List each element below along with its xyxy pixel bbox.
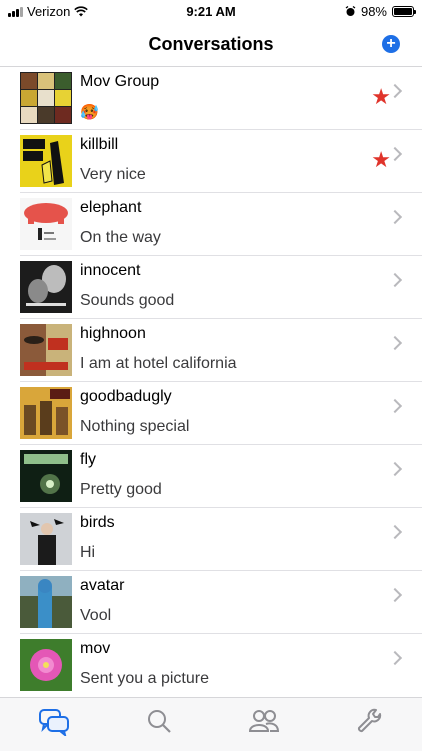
search-icon — [148, 710, 171, 733]
conversation-avatar — [20, 639, 72, 691]
conversation-avatar — [20, 198, 72, 250]
conversation-row-innocent[interactable]: innocent Sounds good — [20, 256, 422, 319]
conversation-preview: Vool — [80, 607, 112, 624]
wrench-icon — [357, 708, 382, 733]
add-conversation-button[interactable]: + — [382, 35, 400, 53]
conversation-row-killbill[interactable]: killbill Very nice ★ — [20, 130, 422, 193]
tab-conversations[interactable] — [38, 708, 69, 738]
conversation-name: highnoon — [80, 325, 146, 342]
conversation-name: elephant — [80, 199, 142, 216]
conversation-name: Mov Group — [80, 73, 160, 90]
conversation-list: Mov Group 🥵 ★ killbill Very nice ★ eleph… — [0, 67, 422, 696]
chevron-right-icon — [387, 524, 403, 540]
chat-bubbles-icon — [39, 709, 69, 738]
conversation-row-fly[interactable]: fly Pretty good — [20, 445, 422, 508]
conversation-row-avatar[interactable]: avatar Vool — [20, 571, 422, 634]
conversation-preview: Hi — [80, 544, 96, 561]
conversation-name: avatar — [80, 577, 125, 594]
battery-percent: 98% — [360, 4, 387, 19]
conversation-name: goodbadugly — [80, 388, 172, 405]
conversation-preview: On the way — [80, 229, 161, 246]
chevron-right-icon — [387, 650, 403, 666]
chevron-right-icon — [387, 272, 403, 288]
conversation-preview: Pretty good — [80, 481, 162, 498]
conversation-preview: I am at hotel california — [80, 355, 237, 372]
conversation-row-elephant[interactable]: elephant On the way — [20, 193, 422, 256]
battery-icon — [392, 6, 416, 17]
conversation-avatar — [20, 261, 72, 313]
conversation-name: killbill — [80, 136, 119, 153]
conversation-row-birds[interactable]: birds Hi — [20, 508, 422, 571]
tab-search[interactable] — [146, 708, 176, 738]
chevron-right-icon — [387, 398, 403, 414]
conversation-preview: Sounds good — [80, 292, 175, 309]
chevron-right-icon — [387, 209, 403, 225]
page-title: Conversations — [148, 34, 274, 54]
conversation-avatar — [20, 324, 72, 376]
group-avatar — [20, 72, 72, 124]
conversation-avatar — [20, 387, 72, 439]
conversation-avatar — [20, 576, 72, 628]
contacts-icon — [248, 710, 280, 732]
conversation-preview: Very nice — [80, 166, 146, 183]
conversation-avatar — [20, 450, 72, 502]
tab-contacts[interactable] — [248, 708, 280, 738]
conversation-preview: Sent you a picture — [80, 670, 209, 687]
chevron-right-icon — [387, 587, 403, 603]
conversation-row-mov-group[interactable]: Mov Group 🥵 ★ — [20, 67, 422, 130]
navigation-bar: Conversations + — [0, 24, 422, 67]
conversation-preview: 🥵 — [80, 104, 99, 121]
battery-group: 98% — [345, 4, 416, 19]
conversation-row-highnoon[interactable]: highnoon I am at hotel california — [20, 319, 422, 382]
conversation-avatar — [20, 513, 72, 565]
status-bar: Verizon 9:21 AM 98% — [0, 0, 422, 24]
tab-bar — [0, 697, 422, 751]
conversation-row-goodbadugly[interactable]: goodbadugly Nothing special — [20, 382, 422, 445]
chevron-right-icon — [387, 335, 403, 351]
tab-settings[interactable] — [356, 708, 386, 738]
conversation-row-mov[interactable]: mov Sent you a picture — [20, 634, 422, 696]
chevron-right-icon — [387, 461, 403, 477]
conversation-name: mov — [80, 640, 111, 657]
conversation-name: fly — [80, 451, 96, 468]
conversation-preview: Nothing special — [80, 418, 190, 435]
conversation-avatar — [20, 135, 72, 187]
conversation-name: birds — [80, 514, 115, 531]
conversation-name: innocent — [80, 262, 141, 279]
alarm-icon — [345, 6, 356, 16]
plus-circle-icon: + — [386, 35, 396, 52]
